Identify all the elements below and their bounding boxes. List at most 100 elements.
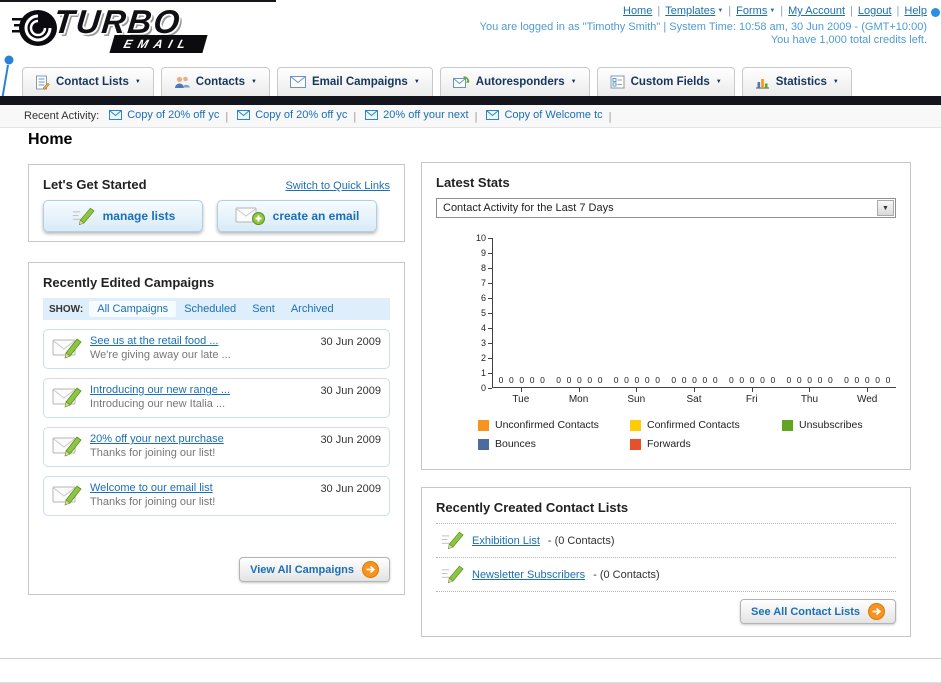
contact-lists-panel: Recently Created Contact Lists Exhibitio… — [421, 487, 911, 637]
y-axis-tick: 4 — [481, 323, 492, 333]
latest-stats-panel: Latest Stats Contact Activity for the La… — [421, 162, 911, 470]
recent-activity-label: Recent Activity: — [24, 110, 100, 122]
top-link-help[interactable]: Help — [904, 5, 927, 17]
arrow-right-icon — [868, 603, 885, 620]
campaign-tab-archived[interactable]: Archived — [283, 301, 342, 317]
blue-dot-icon — [931, 8, 940, 17]
legend-swatch — [478, 438, 489, 450]
get-started-panel: Let's Get Started Switch to Quick Links … — [28, 164, 405, 242]
campaign-tab-sent[interactable]: Sent — [244, 301, 283, 317]
stats-period-value: Contact Activity for the Last 7 Days — [443, 202, 614, 214]
envelope-small-icon — [486, 110, 500, 120]
nav-tab-autoresponders[interactable]: Autoresponders ▼ — [439, 67, 590, 96]
y-axis-tick: 1 — [481, 368, 492, 378]
chart-group-thu: 00000 — [781, 375, 839, 387]
recent-activity-item[interactable]: Copy of 20% off yc — [237, 109, 347, 121]
campaign-title-link[interactable]: Introducing our new range ... — [90, 384, 312, 396]
switch-quick-links-link[interactable]: Switch to Quick Links — [285, 180, 390, 192]
chart-group-sat: 00000 — [666, 375, 724, 387]
top-edge-line — [0, 0, 276, 2]
chevron-down-icon: ▼ — [413, 79, 420, 85]
campaign-title-link[interactable]: 20% off your next purchase — [90, 433, 312, 445]
recent-activity-item[interactable]: 20% off your next — [365, 109, 469, 121]
campaign-tab-scheduled[interactable]: Scheduled — [176, 301, 244, 317]
contact-list-link[interactable]: Exhibition List — [472, 535, 540, 547]
top-link-templates[interactable]: Templates — [665, 5, 715, 17]
chevron-down-icon: ▼ — [769, 8, 776, 15]
credits-info: You have 1,000 total credits left. — [770, 34, 927, 46]
y-axis-tick: 8 — [481, 263, 492, 273]
y-axis-tick: 9 — [481, 248, 492, 258]
value-label: 0 — [529, 375, 535, 385]
top-link-forms[interactable]: Forms — [736, 5, 767, 17]
nav-tab-label: Custom Fields — [630, 76, 710, 88]
campaign-title-link[interactable]: Welcome to our email list — [90, 482, 312, 494]
view-all-campaigns-button[interactable]: View All Campaigns — [239, 557, 390, 582]
nav-tab-label: Statistics — [775, 76, 827, 88]
envelope-small-icon — [365, 110, 379, 120]
campaign-tab-all-campaigns[interactable]: All Campaigns — [89, 301, 177, 317]
legend-unconfirmed-contacts: Unconfirmed Contacts — [478, 419, 630, 431]
legend-swatch — [630, 419, 641, 431]
value-label: 0 — [671, 375, 677, 385]
y-axis-tick: 10 — [476, 233, 492, 243]
nav-tab-label: Contacts — [195, 76, 245, 88]
y-axis-tick: 5 — [481, 308, 492, 318]
value-label: 0 — [817, 375, 823, 385]
chevron-down-icon: ▼ — [715, 79, 722, 85]
nav-tab-custom-fields[interactable]: Custom Fields ▼ — [596, 67, 735, 96]
nav-tab-contacts[interactable]: Contacts ▼ — [160, 67, 270, 96]
top-link-my-account[interactable]: My Account — [788, 5, 845, 17]
manage-lists-button[interactable]: manage lists — [43, 200, 203, 232]
y-axis-tick: 3 — [481, 338, 492, 348]
envelope-pencil-icon — [52, 334, 82, 360]
value-label: 0 — [739, 375, 745, 385]
nav-tab-label: Email Campaigns — [311, 76, 408, 88]
top-link-logout[interactable]: Logout — [858, 5, 892, 17]
create-an-email-button[interactable]: create an email — [217, 200, 377, 232]
turbo-email-logo: TURBO EMAIL — [12, 3, 208, 54]
main-nav: Contact Lists ▼ Contacts ▼ Email Campaigns ▼ A… — [0, 67, 941, 96]
contact-list-items: Exhibition List - (0 Contacts) Newsletter … — [436, 523, 896, 592]
envelope-small-icon — [237, 110, 251, 120]
value-label: 0 — [634, 375, 640, 385]
envelope-pencil-icon — [52, 432, 82, 458]
recent-activity-bar: Recent Activity: Copy of 20% off yc | Copy… — [0, 105, 941, 128]
pencil-write-icon — [440, 530, 464, 551]
nav-tab-statistics[interactable]: Statistics ▼ — [741, 67, 852, 96]
contact-activity-chart: 10 9 8 7 6 5 4 3 2 1 0 000000000000000000000000000… — [436, 233, 896, 405]
nav-tab-contact-lists[interactable]: Contact Lists ▼ — [22, 67, 154, 96]
contacts-icon — [174, 75, 190, 89]
show-label: SHOW: — [49, 303, 84, 315]
pencil-write-icon — [440, 564, 464, 585]
chart-group-fri: 00000 — [723, 375, 781, 387]
legend-bounces: Bounces — [478, 438, 630, 450]
chart-group-wed: 00000 — [838, 375, 896, 387]
chevron-down-icon: ▼ — [877, 200, 894, 216]
recent-activity-item[interactable]: Copy of Welcome tc — [486, 109, 603, 121]
campaign-title-link[interactable]: See us at the retail food ... — [90, 335, 312, 347]
value-label: 0 — [556, 375, 561, 385]
value-label: 0 — [613, 375, 619, 385]
stats-period-select[interactable]: Contact Activity for the Last 7 Days ▼ — [436, 198, 896, 218]
value-label: 0 — [576, 375, 582, 385]
value-label: 0 — [597, 375, 603, 385]
value-label: 0 — [807, 375, 813, 385]
legend-unsubscribes: Unsubscribes — [782, 419, 896, 431]
y-axis-tick: 0 — [481, 383, 492, 393]
autoresponders-icon — [452, 75, 470, 89]
chart-group-tue: 00000 — [493, 375, 551, 387]
legend-forwards: Forwards — [630, 438, 782, 450]
contact-lists-title: Recently Created Contact Lists — [436, 500, 629, 515]
nav-tab-email-campaigns[interactable]: Email Campaigns ▼ — [276, 67, 433, 96]
campaigns-panel: Recently Edited Campaigns SHOW: All Camp… — [28, 262, 405, 595]
y-axis-tick: 2 — [481, 353, 492, 363]
top-link-home[interactable]: Home — [623, 5, 652, 17]
chevron-down-icon: ▼ — [717, 8, 724, 15]
recent-activity-item[interactable]: Copy of 20% off yc — [109, 109, 219, 121]
see-all-contact-lists-button[interactable]: See All Contact Lists — [739, 599, 896, 624]
email-campaigns-icon — [289, 76, 306, 88]
pencil-write-icon — [71, 206, 95, 227]
value-label: 0 — [702, 375, 708, 385]
contact-list-link[interactable]: Newsletter Subscribers — [472, 569, 585, 581]
